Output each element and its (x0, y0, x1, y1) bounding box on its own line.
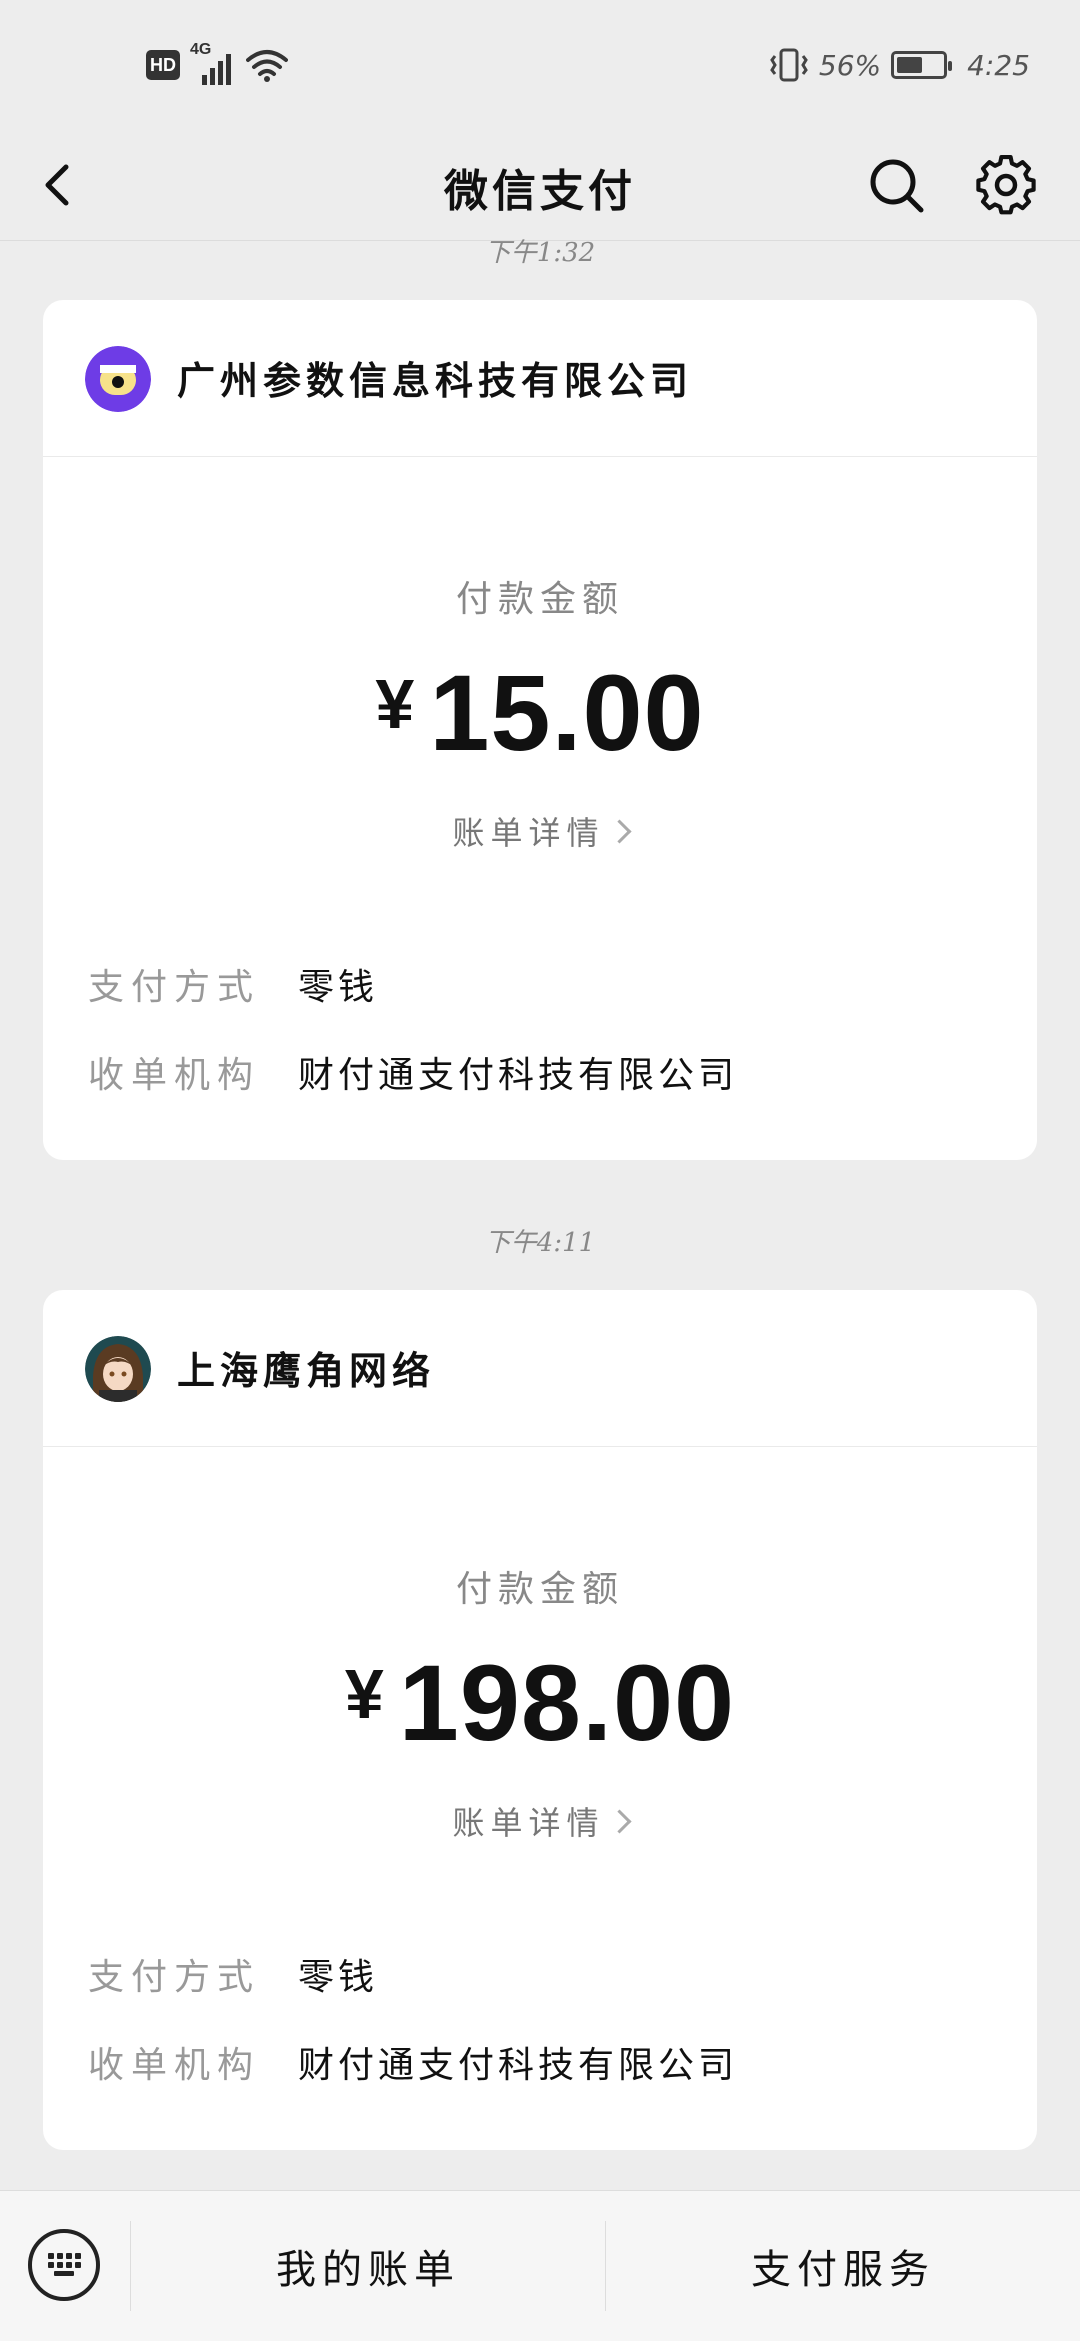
field-label: 收单机构 (88, 1055, 261, 1096)
bill-detail-link[interactable]: 账单详情 (43, 808, 1037, 854)
field-value: 零钱 (298, 1957, 379, 1998)
merchant-avatar-icon (85, 1336, 151, 1402)
my-bills-button[interactable]: 我的账单 (131, 2191, 605, 2341)
field-label: 支付方式 (88, 1957, 261, 1998)
field-value: 零钱 (298, 967, 379, 1008)
battery-icon (891, 51, 953, 79)
field-value: 财付通支付科技有限公司 (298, 1055, 739, 1096)
payment-card[interactable]: 上海鹰角网络 付款金额 ¥198.00 账单详情 支付方式 零钱 收单机构 财付… (43, 1290, 1037, 2150)
hd-badge: HD (146, 50, 180, 80)
payment-method-row: 支付方式 零钱 (88, 958, 378, 1010)
app-header: 微信支付 (0, 130, 1080, 241)
currency-symbol: ¥ (375, 665, 416, 743)
bill-detail-link[interactable]: 账单详情 (43, 1798, 1037, 1844)
amount-value: 198.00 (398, 1642, 736, 1763)
bill-detail-label: 账单详情 (452, 814, 605, 852)
chevron-right-icon (606, 1809, 632, 1834)
acquirer-row: 收单机构 财付通支付科技有限公司 (88, 1046, 738, 1098)
cellular-signal-icon: 4G (190, 41, 236, 85)
amount-value: 15.00 (429, 652, 705, 773)
payment-amount: ¥198.00 (43, 1640, 1037, 1765)
vibrate-icon (770, 48, 808, 82)
payment-amount: ¥15.00 (43, 650, 1037, 775)
status-right: 56% 4:25 (769, 48, 1030, 82)
status-left: HD 4G (146, 41, 288, 85)
payment-card[interactable]: 广州参数信息科技有限公司 付款金额 ¥15.00 账单详情 支付方式 零钱 收单… (43, 300, 1037, 1160)
clock: 4:25 (967, 48, 1030, 82)
message-timestamp: 下午1:32 (484, 238, 596, 268)
acquirer-row: 收单机构 财付通支付科技有限公司 (88, 2036, 738, 2088)
merchant-logo-icon (85, 346, 151, 412)
field-value: 财付通支付科技有限公司 (298, 2045, 739, 2086)
battery-fill (897, 57, 923, 73)
amount-label: 付款金额 (455, 1569, 624, 1610)
merchant-name: 上海鹰角网络 (177, 1348, 436, 1393)
search-icon[interactable] (866, 155, 926, 215)
keyboard-icon[interactable] (28, 2229, 100, 2301)
status-bar: HD 4G 56% 4:25 (0, 0, 1080, 130)
bill-detail-label: 账单详情 (452, 1804, 605, 1842)
gear-icon[interactable] (976, 155, 1036, 215)
chevron-right-icon (606, 819, 632, 844)
amount-label: 付款金额 (455, 579, 624, 620)
pay-services-button[interactable]: 支付服务 (606, 2191, 1080, 2341)
payment-method-row: 支付方式 零钱 (88, 1948, 378, 2000)
message-timestamp: 下午4:11 (484, 1228, 596, 1258)
currency-symbol: ¥ (344, 1655, 385, 1733)
bottom-menu-bar: 我的账单 支付服务 (0, 2190, 1080, 2341)
card-header: 上海鹰角网络 (43, 1290, 1037, 1447)
battery-percent: 56% (818, 48, 882, 82)
card-header: 广州参数信息科技有限公司 (43, 300, 1037, 457)
merchant-name: 广州参数信息科技有限公司 (177, 358, 694, 403)
field-label: 支付方式 (88, 967, 261, 1008)
wifi-icon (246, 50, 288, 82)
field-label: 收单机构 (88, 2045, 261, 2086)
